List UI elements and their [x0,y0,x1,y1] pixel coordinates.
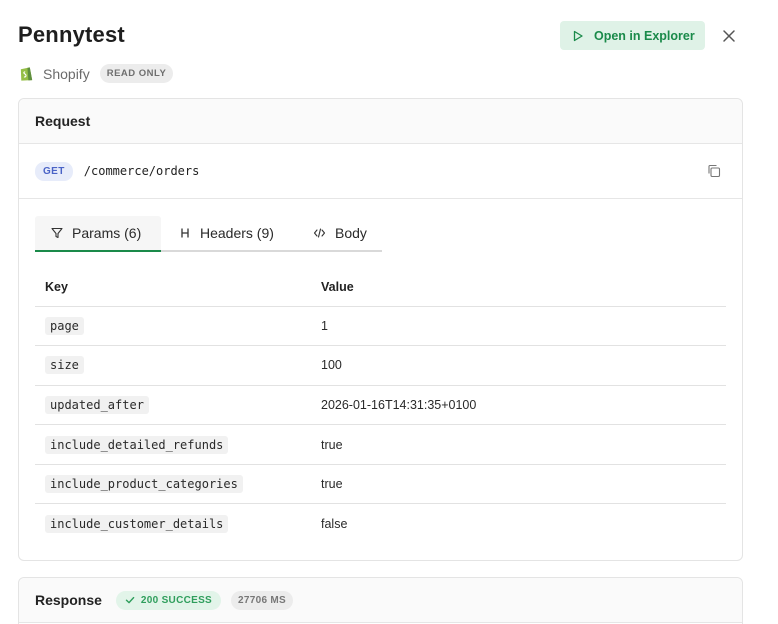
copy-icon[interactable] [707,164,721,178]
check-icon [125,596,135,604]
param-key-cell: updated_after [35,385,311,426]
request-title: Request [35,113,91,129]
table-row: page 1 [35,306,726,347]
status-badge: 200 SUCCESS [115,590,222,610]
endpoint-row: GET /commerce/orders [19,144,742,199]
endpoint-path: /commerce/orders [83,164,200,178]
request-card: Request GET /commerce/orders Params (6) … [18,98,743,561]
param-key-cell: include_customer_details [35,504,311,544]
read-only-badge: READ ONLY [99,64,174,83]
play-icon [573,30,583,41]
table-row: include_customer_details false [35,504,726,544]
param-key: include_detailed_refunds [45,435,229,454]
param-value: 100 [311,345,726,386]
param-key: include_customer_details [45,515,229,534]
param-value: false [321,517,348,532]
table-header-row: Key Value [35,269,726,307]
tab-params[interactable]: Params (6) [35,216,161,252]
response-card: Response 200 SUCCESS 27706 MS [18,577,743,624]
param-key: page [45,316,84,335]
param-key: include_product_categories [45,475,243,494]
column-header-value: Value [311,269,726,307]
open-in-explorer-label: Open in Explorer [594,28,695,43]
close-icon[interactable] [721,28,737,44]
duration-badge: 27706 MS [231,590,294,610]
param-key-cell: size [35,345,311,386]
param-value: true [311,464,726,505]
table-row: include_product_categories true [35,464,726,505]
params-table: Key Value page 1 size 100 updated_after … [35,269,726,544]
response-title: Response [35,592,102,608]
param-key-cell: include_detailed_refunds [35,424,311,465]
filter-icon [51,227,63,239]
code-icon [313,228,326,238]
param-key-cell: include_product_categories [35,464,311,505]
tab-headers[interactable]: Headers (9) [161,216,309,250]
param-value: true [311,424,726,465]
hash-icon [181,228,189,238]
param-key: size [45,356,84,375]
details-header: Pennytest Shopify READ ONLY Open in Expl… [18,18,760,90]
param-value: 2026-01-16T14:31:35+0100 [311,385,726,426]
table-row: size 100 [35,345,726,386]
tab-body[interactable]: Body [309,216,367,250]
table-row: updated_after 2026-01-16T14:31:35+0100 [35,385,726,426]
request-card-header: Request [19,99,742,144]
table-row: include_detailed_refunds true [35,424,726,465]
tab-params-label: Params (6) [72,225,142,241]
open-in-explorer-button[interactable]: Open in Explorer [560,21,705,50]
column-header-key: Key [35,269,311,307]
param-key-cell: page [35,306,311,347]
page-title: Pennytest [18,22,125,47]
param-key: updated_after [45,395,149,414]
response-card-header: Response 200 SUCCESS 27706 MS [19,578,742,623]
provider-row: Shopify READ ONLY [18,64,174,83]
shopify-logo-icon [20,67,33,81]
status-text: 200 SUCCESS [140,594,213,606]
provider-name: Shopify [43,65,90,82]
param-value: 1 [311,306,726,347]
request-tabs: Params (6) Headers (9) Body [35,216,382,252]
tab-body-label: Body [335,225,367,241]
tab-headers-label: Headers (9) [200,225,274,241]
http-method-badge: GET [35,161,73,181]
